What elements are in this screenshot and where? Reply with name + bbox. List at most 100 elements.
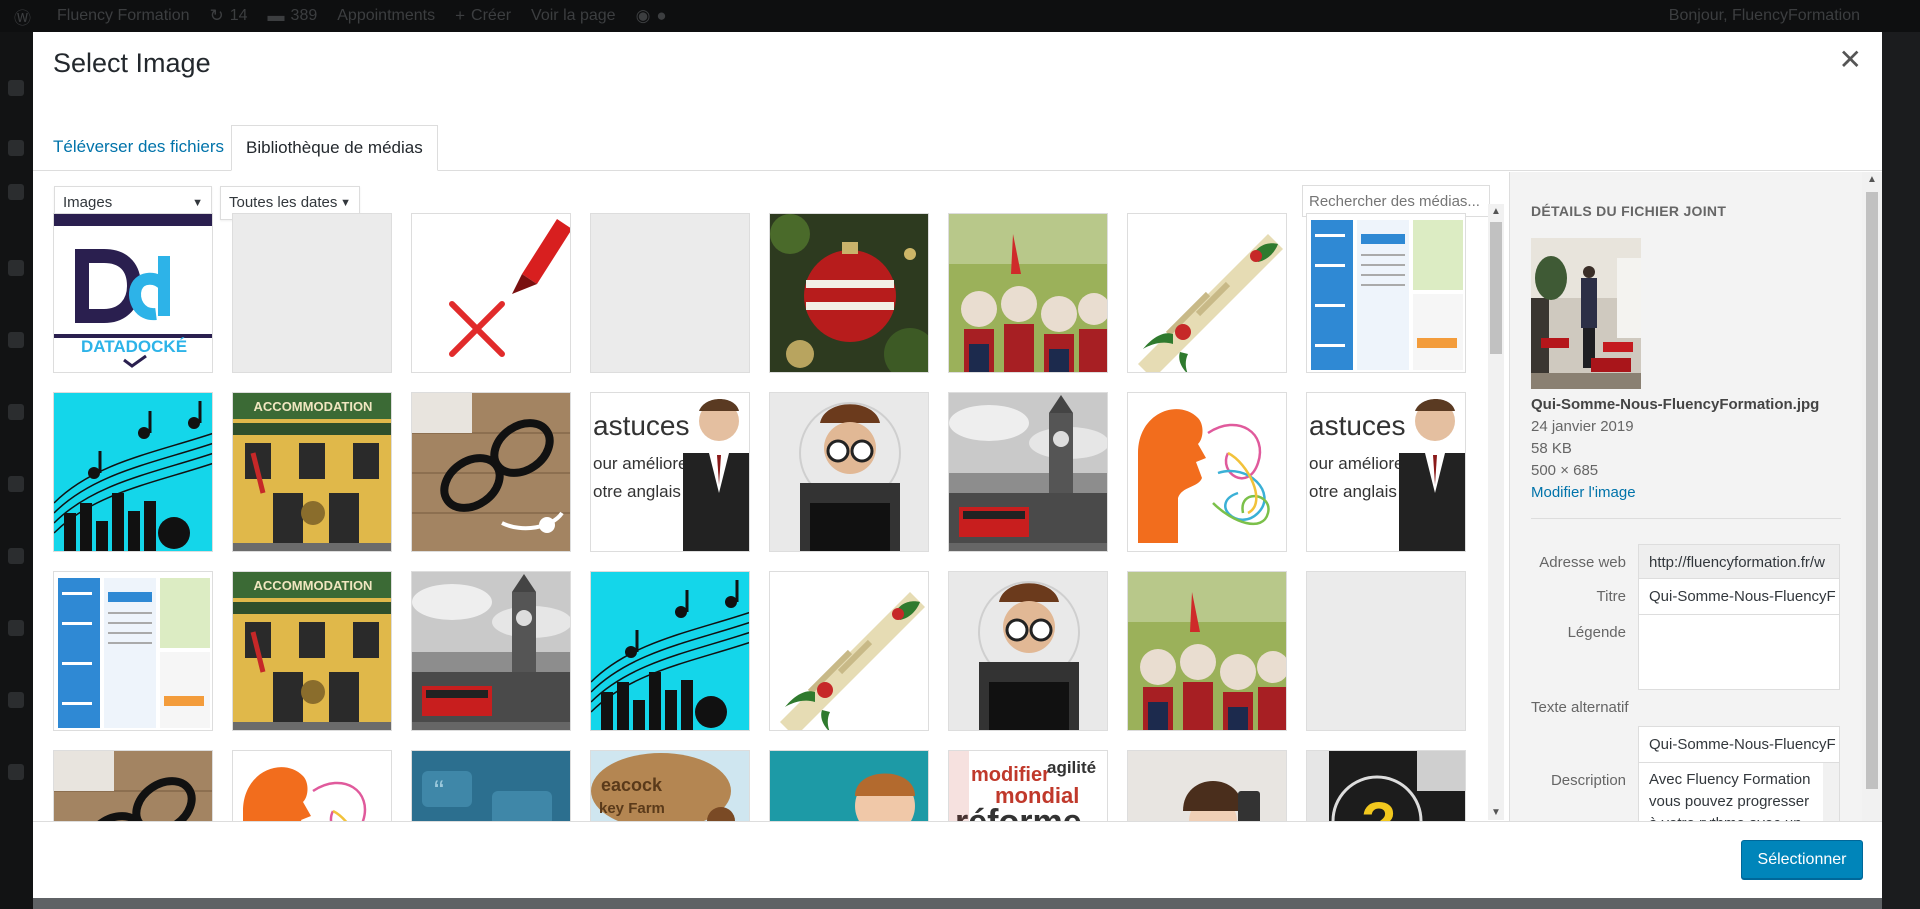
sidebar-scrollbar[interactable]: ▲ ▼	[1862, 172, 1882, 852]
menu-icon	[8, 620, 24, 636]
attachment-thumbnail[interactable]: eacock key Farm	[590, 750, 750, 821]
attachment-thumbnail[interactable]	[53, 571, 213, 731]
attachment-thumbnail[interactable]	[948, 571, 1108, 731]
attachment-thumbnail[interactable]	[1127, 392, 1287, 552]
attachment-thumbnail[interactable]	[590, 571, 750, 731]
scroll-down-icon[interactable]: ▼	[1491, 807, 1501, 818]
attachment-date: 24 janvier 2019	[1531, 418, 1634, 435]
svg-text:key Farm: key Farm	[599, 800, 665, 817]
attachment-thumbnail[interactable]	[948, 213, 1108, 373]
attachment-thumbnail[interactable]	[769, 213, 929, 373]
svg-text:ACCOMMODATION: ACCOMMODATION	[254, 399, 373, 414]
attachment-thumbnail[interactable]	[411, 213, 571, 373]
attachment-details-heading: DÉTAILS DU FICHIER JOINT	[1531, 203, 1727, 219]
scroll-up-icon[interactable]: ▲	[1491, 206, 1501, 217]
title-field[interactable]: Qui-Somme-Nous-FluencyF	[1638, 578, 1840, 615]
updates-icon: ↻	[209, 6, 224, 25]
attachment-thumbnail[interactable]: astuces our améliorer otre anglais	[590, 392, 750, 552]
url-label: Adresse web	[1539, 554, 1626, 571]
admin-bar-greeting[interactable]: Bonjour, FluencyFormation	[1669, 7, 1860, 25]
svg-text:our améliorer: our améliorer	[1309, 454, 1409, 473]
attachment-thumbnail[interactable]: “	[411, 750, 571, 821]
attachment-thumbnail[interactable]: modifieragilitémondialréforme	[948, 750, 1108, 821]
edit-image-link[interactable]: Modifier l'image	[1531, 484, 1636, 501]
svg-text:DATADOCKÉ: DATADOCKÉ	[81, 337, 187, 356]
media-modal: Select Image ✕ Téléverser des fichiers B…	[33, 32, 1882, 898]
admin-bar-view-page[interactable]: Voir la page	[531, 7, 616, 25]
attachment-thumbnail[interactable]: ACCOMMODATION	[232, 571, 392, 731]
modal-footer: Sélectionner	[33, 821, 1882, 898]
page-background	[1882, 32, 1920, 909]
url-field[interactable]: http://fluencyformation.fr/w	[1638, 544, 1840, 581]
attachment-thumbnail[interactable]	[1127, 571, 1287, 731]
attachment-thumbnail[interactable]	[1127, 750, 1287, 821]
attachment-thumbnail[interactable]: astuces our améliorer otre anglais	[1306, 392, 1466, 552]
attachment-thumbnail[interactable]	[1127, 213, 1287, 373]
title-label: Titre	[1596, 588, 1626, 605]
admin-bar-comments[interactable]: ▬ 389	[268, 6, 318, 26]
description-label: Description	[1550, 772, 1626, 789]
menu-icon	[8, 260, 24, 276]
attachment-thumbnail	[1531, 238, 1641, 389]
sidebar-scrollbar-thumb[interactable]	[1866, 192, 1878, 789]
menu-icon	[8, 140, 24, 156]
admin-bar-appointments[interactable]: Appointments	[337, 7, 435, 25]
attachment-thumbnail[interactable]	[948, 392, 1108, 552]
close-icon[interactable]: ✕	[1839, 46, 1862, 74]
menu-icon	[8, 80, 24, 96]
admin-bar-plugin-icon[interactable]: ◉ ●	[636, 6, 673, 26]
attachment-file-size: 58 KB	[1531, 440, 1572, 457]
attachment-thumbnail[interactable]	[1306, 213, 1466, 373]
attachment-thumbnail[interactable]: ?	[1306, 750, 1466, 821]
attachment-thumbnail[interactable]	[411, 571, 571, 731]
attachment-thumbnail[interactable]	[769, 571, 929, 731]
attachment-thumbnail[interactable]: ACCOMMODATION	[232, 392, 392, 552]
svg-text:otre anglais: otre anglais	[1309, 482, 1397, 501]
menu-icon	[8, 404, 24, 420]
scroll-up-icon[interactable]: ▲	[1867, 174, 1877, 185]
modal-tabs: Téléverser des fichiers Bibliothèque de …	[33, 93, 1882, 171]
menu-icon	[8, 332, 24, 348]
attachment-thumbnail[interactable]	[232, 750, 392, 821]
menu-icon	[8, 476, 24, 492]
menu-icon	[8, 764, 24, 780]
admin-bar: Ⓦ Fluency Formation ↻ 14 ▬ 389 Appointment…	[0, 0, 1920, 32]
select-button[interactable]: Sélectionner	[1741, 840, 1863, 879]
admin-bar-create[interactable]: + Créer	[455, 6, 511, 26]
tab-upload-files[interactable]: Téléverser des fichiers	[39, 125, 238, 171]
attachment-thumbnail[interactable]	[590, 213, 750, 373]
attachment-thumbnail[interactable]	[1306, 571, 1466, 731]
menu-icon	[8, 184, 24, 200]
svg-text:“: “	[434, 775, 444, 808]
admin-bar-site-name[interactable]: Fluency Formation	[57, 7, 190, 25]
wordpress-logo-icon[interactable]: Ⓦ	[14, 4, 37, 29]
svg-text:ACCOMMODATION: ACCOMMODATION	[254, 578, 373, 593]
svg-text:otre anglais: otre anglais	[593, 482, 681, 501]
attachment-thumbnail[interactable]	[53, 392, 213, 552]
attachments-grid: DATADOCKÉ ACCOMMODATION astuces our amélior…	[33, 213, 1501, 821]
svg-text:?: ?	[1361, 791, 1396, 821]
attachment-thumbnail[interactable]	[53, 750, 213, 821]
admin-bar-updates[interactable]: ↻ 14	[210, 6, 248, 26]
svg-text:réforme: réforme	[955, 803, 1082, 821]
svg-text:astuces: astuces	[1309, 410, 1406, 441]
alt-text-label: Texte alternatif	[1531, 699, 1629, 716]
tab-media-library[interactable]: Bibliothèque de médias	[231, 125, 438, 171]
caption-field[interactable]	[1638, 614, 1840, 690]
admin-menu	[0, 32, 33, 909]
attachment-thumbnail[interactable]	[411, 392, 571, 552]
attachment-thumbnail[interactable]	[769, 392, 929, 552]
menu-icon	[8, 692, 24, 708]
attachment-thumbnail[interactable]	[769, 750, 929, 821]
grid-scrollbar-thumb[interactable]	[1490, 222, 1502, 354]
grid-scrollbar[interactable]: ▲ ▼	[1488, 204, 1504, 820]
menu-icon	[8, 548, 24, 564]
alt-text-field[interactable]: Qui-Somme-Nous-FluencyF	[1638, 726, 1840, 763]
svg-text:astuces: astuces	[593, 410, 690, 441]
svg-text:eacock: eacock	[601, 775, 663, 795]
attachment-thumbnail[interactable]: DATADOCKÉ	[53, 213, 213, 373]
comments-icon: ▬	[267, 6, 285, 25]
plus-icon: +	[455, 6, 466, 25]
attachment-thumbnail[interactable]	[232, 213, 392, 373]
attachment-filename: Qui-Somme-Nous-FluencyFormation.jpg	[1531, 396, 1820, 413]
